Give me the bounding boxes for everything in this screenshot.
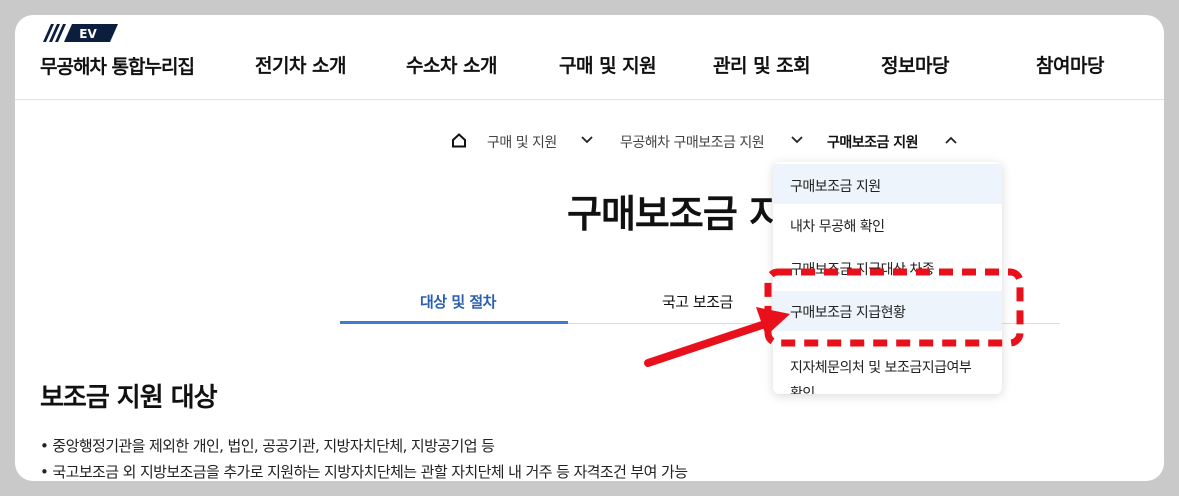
dropdown-item-eligible-models[interactable]: 구매보조금 지급대상 차종 [773,247,1002,287]
breadcrumb-item-subsidy[interactable]: 무공해차 구매보조금 지원 [620,132,765,152]
bullet-item: • 중앙행정기관을 제외한 개인, 법인, 공공기관, 지방자치단체, 지방공기… [40,437,495,455]
tab-national-subsidy[interactable]: 국고 보조금 [662,291,733,312]
page-card: EV 무공해차 통합누리집 전기차 소개 수소차 소개 구매 및 지원 관리 및… [15,15,1164,481]
breadcrumb-dropdown-menu: 구매보조금 지원 내차 무공해 확인 구매보조금 지급대상 차종 구매보조금 지… [773,162,1002,394]
dropdown-item-subsidy-support[interactable]: 구매보조금 지원 [773,164,1002,204]
nav-purchase-support[interactable]: 구매 및 지원 [559,51,657,78]
chevron-down-icon[interactable] [580,134,594,146]
dropdown-item-label: 구매보조금 지급현황 [790,305,906,321]
nav-ev-intro[interactable]: 전기차 소개 [255,51,347,78]
section-title: 보조금 지원 대상 [40,383,218,413]
nav-manage-lookup[interactable]: 관리 및 조회 [713,51,811,78]
nav-participation[interactable]: 참여마당 [1036,51,1104,78]
nav-info[interactable]: 정보마당 [881,51,949,78]
breadcrumb-item-current[interactable]: 구매보조금 지원 [827,132,919,152]
chevron-up-icon[interactable] [944,134,958,146]
home-icon[interactable] [451,132,467,148]
dropdown-item-label: 지자체문의처 및 보조금지급여부 [790,360,972,376]
dropdown-item-payment-status[interactable]: 구매보조금 지급현황 [773,291,1002,331]
dropdown-item-label: 확인 [790,386,815,394]
tab-active-indicator [340,321,568,324]
breadcrumb-item-purchase[interactable]: 구매 및 지원 [487,132,557,152]
logo-text: EV [79,27,97,41]
logo-icon[interactable]: EV [40,23,120,43]
nav-hydrogen-intro[interactable]: 수소차 소개 [406,51,498,78]
bullet-item: • 국고보조금 외 지방보조금을 추가로 지원하는 지방자치단체는 관할 자치단… [40,463,688,481]
dropdown-item-label: 구매보조금 지급대상 차종 [790,262,935,278]
dropdown-item-local-contact[interactable]: 지자체문의처 및 보조금지급여부 확인 [773,335,1002,394]
site-title[interactable]: 무공해차 통합누리집 [40,52,195,79]
chevron-down-icon[interactable] [790,134,804,146]
tab-target-procedure[interactable]: 대상 및 절차 [420,291,496,312]
dropdown-item-label: 구매보조금 지원 [790,179,881,195]
dropdown-item-check-vehicle[interactable]: 내차 무공해 확인 [773,205,1002,245]
dropdown-item-label: 내차 무공해 확인 [790,219,885,235]
site-header: EV 무공해차 통합누리집 전기차 소개 수소차 소개 구매 및 지원 관리 및… [15,15,1164,100]
page-title: 구매보조금 지 [567,192,784,236]
